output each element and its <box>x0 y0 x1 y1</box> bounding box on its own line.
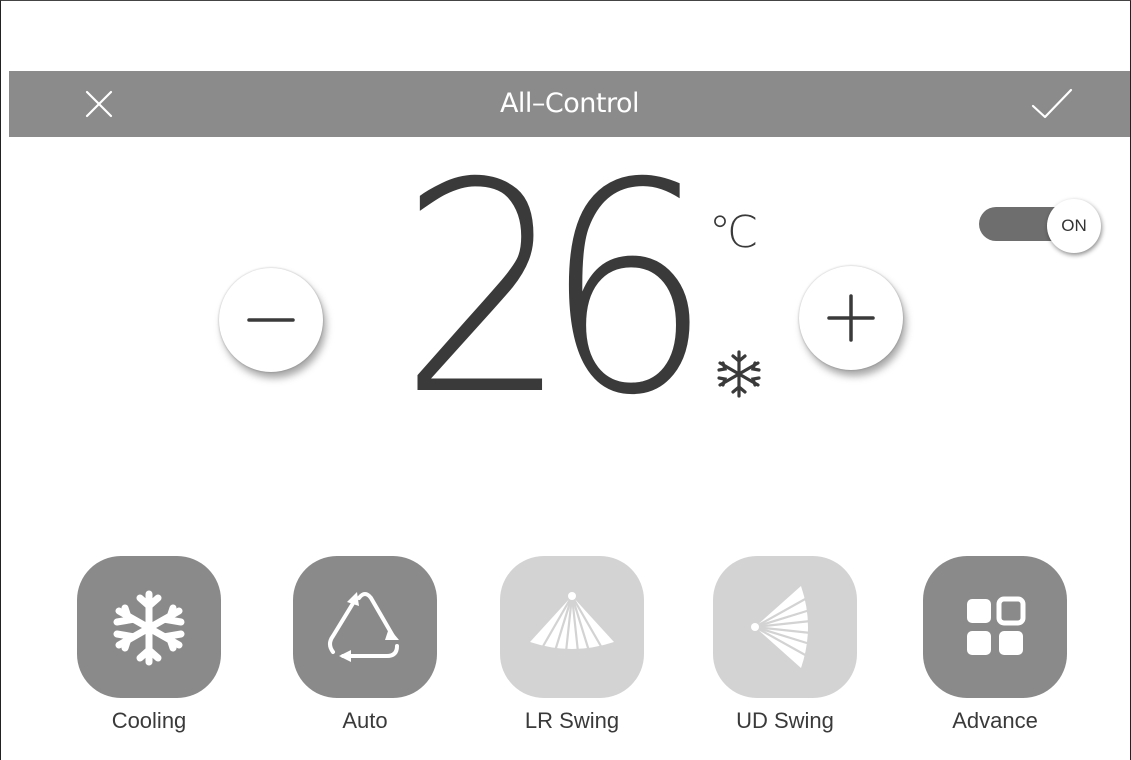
snowflake-icon <box>717 350 761 398</box>
mode-lr-swing-label: LR Swing <box>524 708 620 733</box>
toggle-knob-label: ON <box>1047 199 1101 253</box>
mode-ud-swing-button[interactable]: UD Swing <box>710 556 860 746</box>
mode-tile <box>713 556 857 698</box>
ac-control-screen: All–Control 26 ℃ ON Cooling Auto LR Swin… <box>0 0 1131 760</box>
mode-tile <box>923 556 1067 698</box>
mode-cooling-label: Cooling <box>111 708 187 733</box>
power-toggle[interactable]: ON <box>977 197 1107 253</box>
mode-cooling-button[interactable]: Cooling <box>74 556 224 746</box>
mode-advance-button[interactable]: Advance <box>920 556 1070 746</box>
lr-swing-fan-icon <box>530 592 614 653</box>
auto-cycle-icon <box>328 592 399 662</box>
ud-swing-fan-icon <box>751 586 812 668</box>
decrease-temperature-button[interactable] <box>219 268 323 372</box>
increase-temperature-button[interactable] <box>799 266 903 370</box>
mode-auto-label: Auto <box>342 708 388 733</box>
temperature-value: 26 <box>399 122 713 459</box>
mode-tile <box>77 556 221 698</box>
mode-auto-button[interactable]: Auto <box>290 556 440 746</box>
mode-lr-swing-button[interactable]: LR Swing <box>497 556 647 746</box>
grid-apps-icon <box>967 596 1026 655</box>
mode-tile <box>293 556 437 698</box>
mode-advance-label: Advance <box>952 708 1038 733</box>
check-icon <box>1031 88 1073 119</box>
mode-tile <box>500 556 644 698</box>
plus-icon <box>827 294 875 342</box>
mode-ud-swing-label: UD Swing <box>736 708 834 733</box>
snowflake-icon <box>113 590 185 666</box>
mode-bar: Cooling Auto LR Swing UD Swing Advance <box>1 556 1131 756</box>
confirm-button[interactable] <box>1029 84 1073 124</box>
temperature-unit: ℃ <box>709 207 759 258</box>
minus-icon <box>247 318 295 322</box>
